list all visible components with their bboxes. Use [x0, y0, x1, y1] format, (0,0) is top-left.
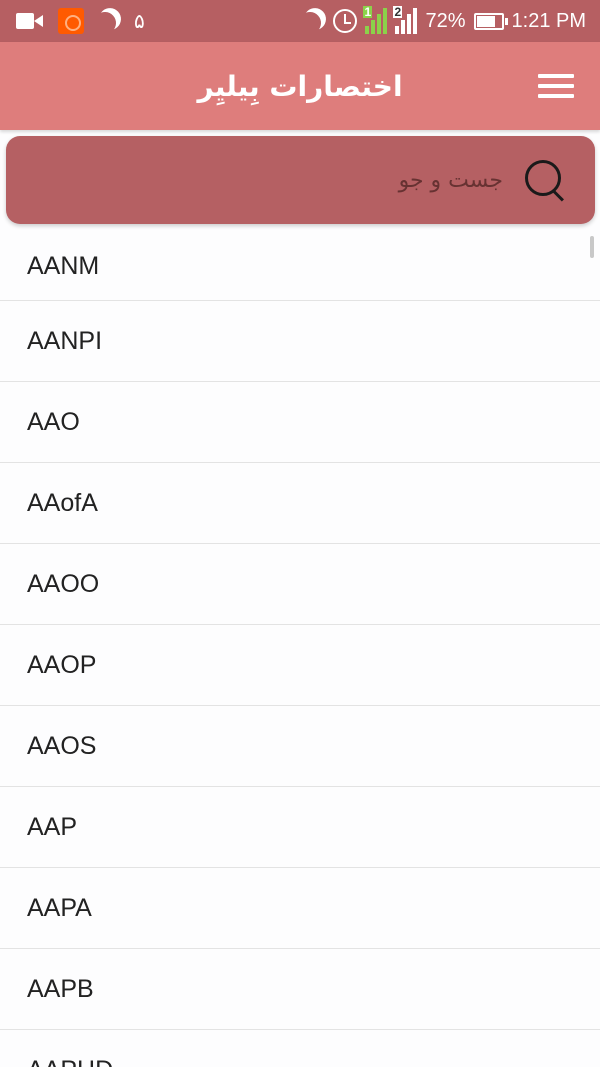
list-item[interactable]: AANM [0, 232, 600, 301]
sim1-signal-icon: 1 [363, 5, 388, 34]
abbreviation-list[interactable]: AANM AANPI AAO AAofA AAOO AAOP AAOS AAP … [0, 232, 600, 1067]
do-not-disturb-icon [296, 9, 324, 37]
list-item[interactable]: AANPI [0, 301, 600, 382]
video-camera-icon [16, 12, 44, 30]
status-left: ۵ [16, 0, 145, 42]
sim2-signal-icon: 2 [393, 5, 418, 34]
menu-icon[interactable] [538, 74, 574, 98]
clock: 1:21 PM [511, 9, 586, 32]
app-title: اختصارات بِیلیِر [197, 69, 403, 103]
list-item[interactable]: AAofA [0, 463, 600, 544]
status-notification-text: ۵ [134, 9, 145, 33]
sim1-badge: 1 [363, 5, 373, 19]
list-item[interactable]: AAPHD [0, 1030, 600, 1067]
list-item[interactable]: AAPA [0, 868, 600, 949]
search-icon[interactable] [523, 158, 569, 204]
search-input[interactable] [63, 158, 503, 202]
moon-icon [91, 9, 119, 37]
scrollbar[interactable] [590, 236, 594, 258]
list-item[interactable]: AAOP [0, 625, 600, 706]
battery-icon [473, 12, 508, 30]
app-bar: اختصارات بِیلیِر [0, 42, 600, 130]
battery-percent: 72% [425, 9, 466, 32]
list-item[interactable]: AAP [0, 787, 600, 868]
search-bar[interactable] [6, 136, 595, 224]
status-right: 1 2 72% 1:21 PM [303, 0, 586, 42]
list-item[interactable]: AAOO [0, 544, 600, 625]
list-item[interactable]: AAOS [0, 706, 600, 787]
list-item[interactable]: AAO [0, 382, 600, 463]
sim2-badge: 2 [393, 5, 403, 19]
alarm-icon [333, 9, 358, 33]
list-item[interactable]: AAPB [0, 949, 600, 1030]
app-notification-icon [58, 8, 84, 34]
status-bar: ۵ 1 2 72% 1:21 PM [0, 0, 600, 42]
